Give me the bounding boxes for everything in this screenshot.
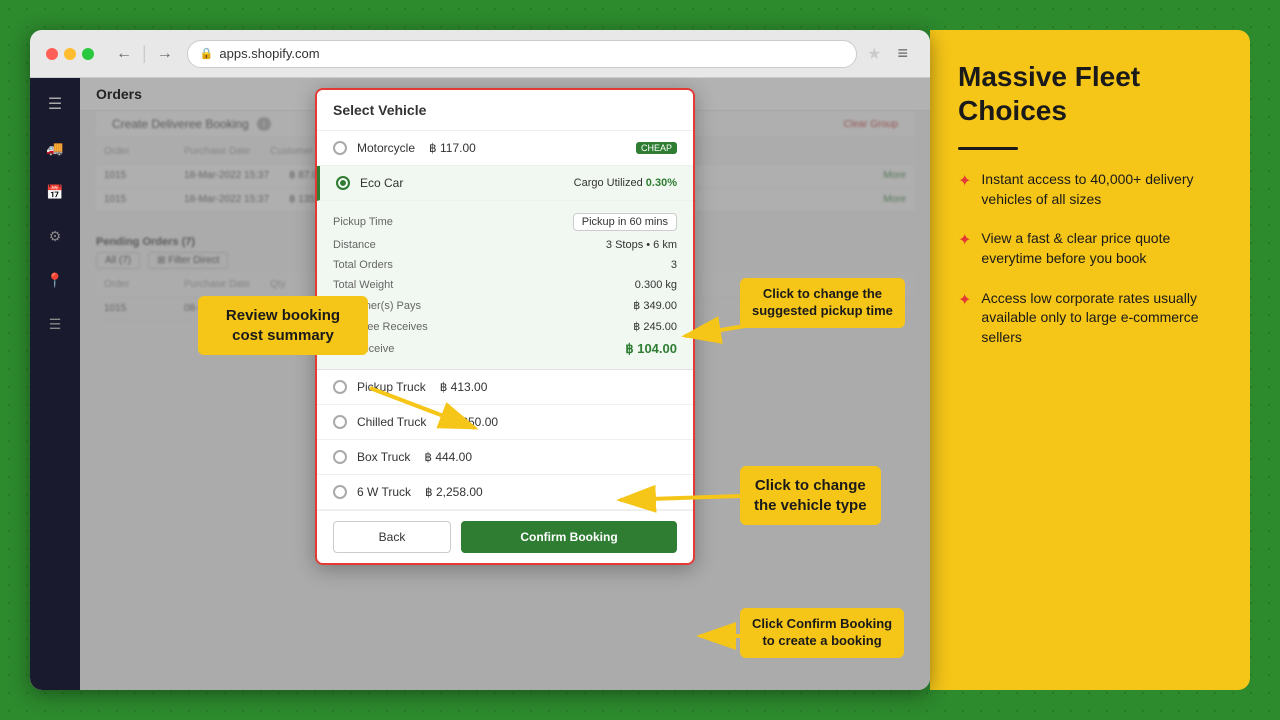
browser-window: ← | → 🔒 apps.shopify.com ★ ≡ ☰ 🚚 📅 ⚙ 📍 ☰ bbox=[30, 30, 930, 690]
main-wrapper: ← | → 🔒 apps.shopify.com ★ ≡ ☰ 🚚 📅 ⚙ 📍 ☰ bbox=[30, 30, 1250, 690]
6w-truck-option[interactable]: 6 W Truck ฿ 2,258.00 bbox=[317, 475, 693, 510]
6w-truck-name: 6 W Truck bbox=[357, 485, 411, 499]
feature-text-3: Access low corporate rates usually avail… bbox=[981, 289, 1222, 348]
distance-row: Distance 3 Stops • 6 km bbox=[333, 235, 677, 255]
distance-label: Distance bbox=[333, 239, 376, 251]
forward-nav-button[interactable]: → bbox=[153, 43, 177, 65]
window-controls bbox=[46, 48, 94, 60]
chilled-truck-option[interactable]: Chilled Truck ฿ 1,250.00 bbox=[317, 405, 693, 440]
eco-car-name: Eco Car bbox=[360, 176, 403, 190]
main-content: Orders Create Deliveree Booking i Clear … bbox=[80, 78, 930, 690]
pickup-time-label: Pickup Time bbox=[333, 216, 393, 228]
distance-value: 3 Stops • 6 km bbox=[606, 239, 677, 251]
customers-pays-row: Customer(s) Pays ฿ 349.00 bbox=[333, 295, 677, 316]
star-icon-2: ✦ bbox=[958, 230, 971, 250]
motorcycle-name: Motorcycle bbox=[357, 141, 415, 155]
star-icon-3: ✦ bbox=[958, 290, 971, 310]
modal-title: Select Vehicle bbox=[317, 90, 693, 131]
pickup-truck-option[interactable]: Pickup Truck ฿ 413.00 bbox=[317, 370, 693, 405]
select-vehicle-modal: Select Vehicle Motorcycle ฿ 117.00 CHEAP… bbox=[315, 88, 695, 565]
deliveree-receives-value: ฿ 245.00 bbox=[633, 320, 677, 333]
box-truck-name: Box Truck bbox=[357, 450, 410, 464]
box-truck-price: ฿ 444.00 bbox=[424, 450, 472, 464]
browser-chrome: ← | → 🔒 apps.shopify.com ★ ≡ bbox=[30, 30, 930, 78]
back-nav-button[interactable]: ← bbox=[112, 43, 136, 65]
total-weight-row: Total Weight 0.300 kg bbox=[333, 275, 677, 295]
back-button[interactable]: Back bbox=[333, 521, 451, 553]
deliveree-receives-row: Deliveree Receives ฿ 245.00 bbox=[333, 316, 677, 337]
pickup-truck-price: ฿ 413.00 bbox=[440, 380, 488, 394]
sidebar-orders-icon[interactable]: 🚚 bbox=[39, 132, 71, 164]
pickup-time-button[interactable]: Pickup in 60 mins bbox=[573, 213, 677, 231]
you-receive-row: You Receive ฿ 104.00 bbox=[333, 337, 677, 361]
confirm-booking-button[interactable]: Confirm Booking bbox=[461, 521, 677, 553]
minimize-dot bbox=[64, 48, 76, 60]
6w-truck-price: ฿ 2,258.00 bbox=[425, 485, 483, 499]
feature-item-2: ✦ View a fast & clear price quote everyt… bbox=[958, 229, 1222, 268]
chilled-truck-price: ฿ 1,250.00 bbox=[440, 415, 498, 429]
sidebar-location-icon[interactable]: 📍 bbox=[39, 264, 71, 296]
chilled-truck-name: Chilled Truck bbox=[357, 415, 426, 429]
pickup-truck-radio[interactable] bbox=[333, 380, 347, 394]
6w-truck-radio[interactable] bbox=[333, 485, 347, 499]
deliveree-receives-label: Deliveree Receives bbox=[333, 321, 428, 333]
total-weight-label: Total Weight bbox=[333, 279, 393, 291]
customers-pays-label: Customer(s) Pays bbox=[333, 300, 421, 312]
nav-buttons: ← | → bbox=[112, 43, 177, 65]
pickup-truck-name: Pickup Truck bbox=[357, 380, 426, 394]
modal-overlay: Select Vehicle Motorcycle ฿ 117.00 CHEAP… bbox=[80, 78, 930, 690]
total-orders-value: 3 bbox=[671, 259, 677, 271]
feature-item-1: ✦ Instant access to 40,000+ delivery veh… bbox=[958, 170, 1222, 209]
sidebar-calendar-icon[interactable]: 📅 bbox=[39, 176, 71, 208]
total-orders-label: Total Orders bbox=[333, 259, 393, 271]
feature-item-3: ✦ Access low corporate rates usually ava… bbox=[958, 289, 1222, 348]
box-truck-option[interactable]: Box Truck ฿ 444.00 bbox=[317, 440, 693, 475]
feature-text-2: View a fast & clear price quote everytim… bbox=[981, 229, 1222, 268]
app-sidebar: ☰ 🚚 📅 ⚙ 📍 ☰ bbox=[30, 78, 80, 690]
eco-car-radio[interactable] bbox=[336, 176, 350, 190]
you-receive-value: ฿ 104.00 bbox=[625, 341, 677, 357]
eco-car-option[interactable]: Eco Car Cargo Utilized 0.30% bbox=[317, 166, 693, 201]
box-truck-radio[interactable] bbox=[333, 450, 347, 464]
sidebar-menu-icon[interactable]: ☰ bbox=[39, 88, 71, 120]
sidebar-settings-icon[interactable]: ⚙ bbox=[39, 220, 71, 252]
feature-text-1: Instant access to 40,000+ delivery vehic… bbox=[981, 170, 1222, 209]
cargo-utilized: Cargo Utilized 0.30% bbox=[574, 177, 677, 189]
cheap-badge: CHEAP bbox=[636, 142, 677, 154]
close-dot bbox=[46, 48, 58, 60]
star-icon-1: ✦ bbox=[958, 171, 971, 191]
browser-content: ☰ 🚚 📅 ⚙ 📍 ☰ Orders Create Deliveree Book… bbox=[30, 78, 930, 690]
lock-icon: 🔒 bbox=[200, 47, 214, 60]
total-weight-value: 0.300 kg bbox=[635, 279, 677, 291]
bookmark-icon[interactable]: ★ bbox=[867, 44, 881, 64]
address-bar[interactable]: 🔒 apps.shopify.com bbox=[187, 40, 857, 68]
nav-divider: | bbox=[142, 43, 147, 64]
chilled-truck-radio[interactable] bbox=[333, 415, 347, 429]
panel-title: Massive Fleet Choices bbox=[958, 60, 1222, 127]
motorcycle-price: ฿ 117.00 bbox=[429, 141, 476, 155]
browser-menu-button[interactable]: ≡ bbox=[891, 41, 914, 66]
motorcycle-option[interactable]: Motorcycle ฿ 117.00 CHEAP bbox=[317, 131, 693, 166]
panel-divider bbox=[958, 147, 1018, 150]
url-text: apps.shopify.com bbox=[219, 46, 319, 61]
cargo-pct: 0.30% bbox=[646, 177, 677, 189]
sidebar-list-icon[interactable]: ☰ bbox=[39, 308, 71, 340]
eco-details-section: Pickup Time Pickup in 60 mins Distance 3… bbox=[317, 201, 693, 370]
maximize-dot bbox=[82, 48, 94, 60]
pickup-time-row: Pickup Time Pickup in 60 mins bbox=[333, 209, 677, 235]
motorcycle-radio[interactable] bbox=[333, 141, 347, 155]
you-receive-label: You Receive bbox=[333, 343, 394, 355]
customers-pays-value: ฿ 349.00 bbox=[633, 299, 677, 312]
modal-footer: Back Confirm Booking bbox=[317, 510, 693, 563]
right-panel: Massive Fleet Choices ✦ Instant access t… bbox=[930, 30, 1250, 690]
total-orders-row: Total Orders 3 bbox=[333, 255, 677, 275]
